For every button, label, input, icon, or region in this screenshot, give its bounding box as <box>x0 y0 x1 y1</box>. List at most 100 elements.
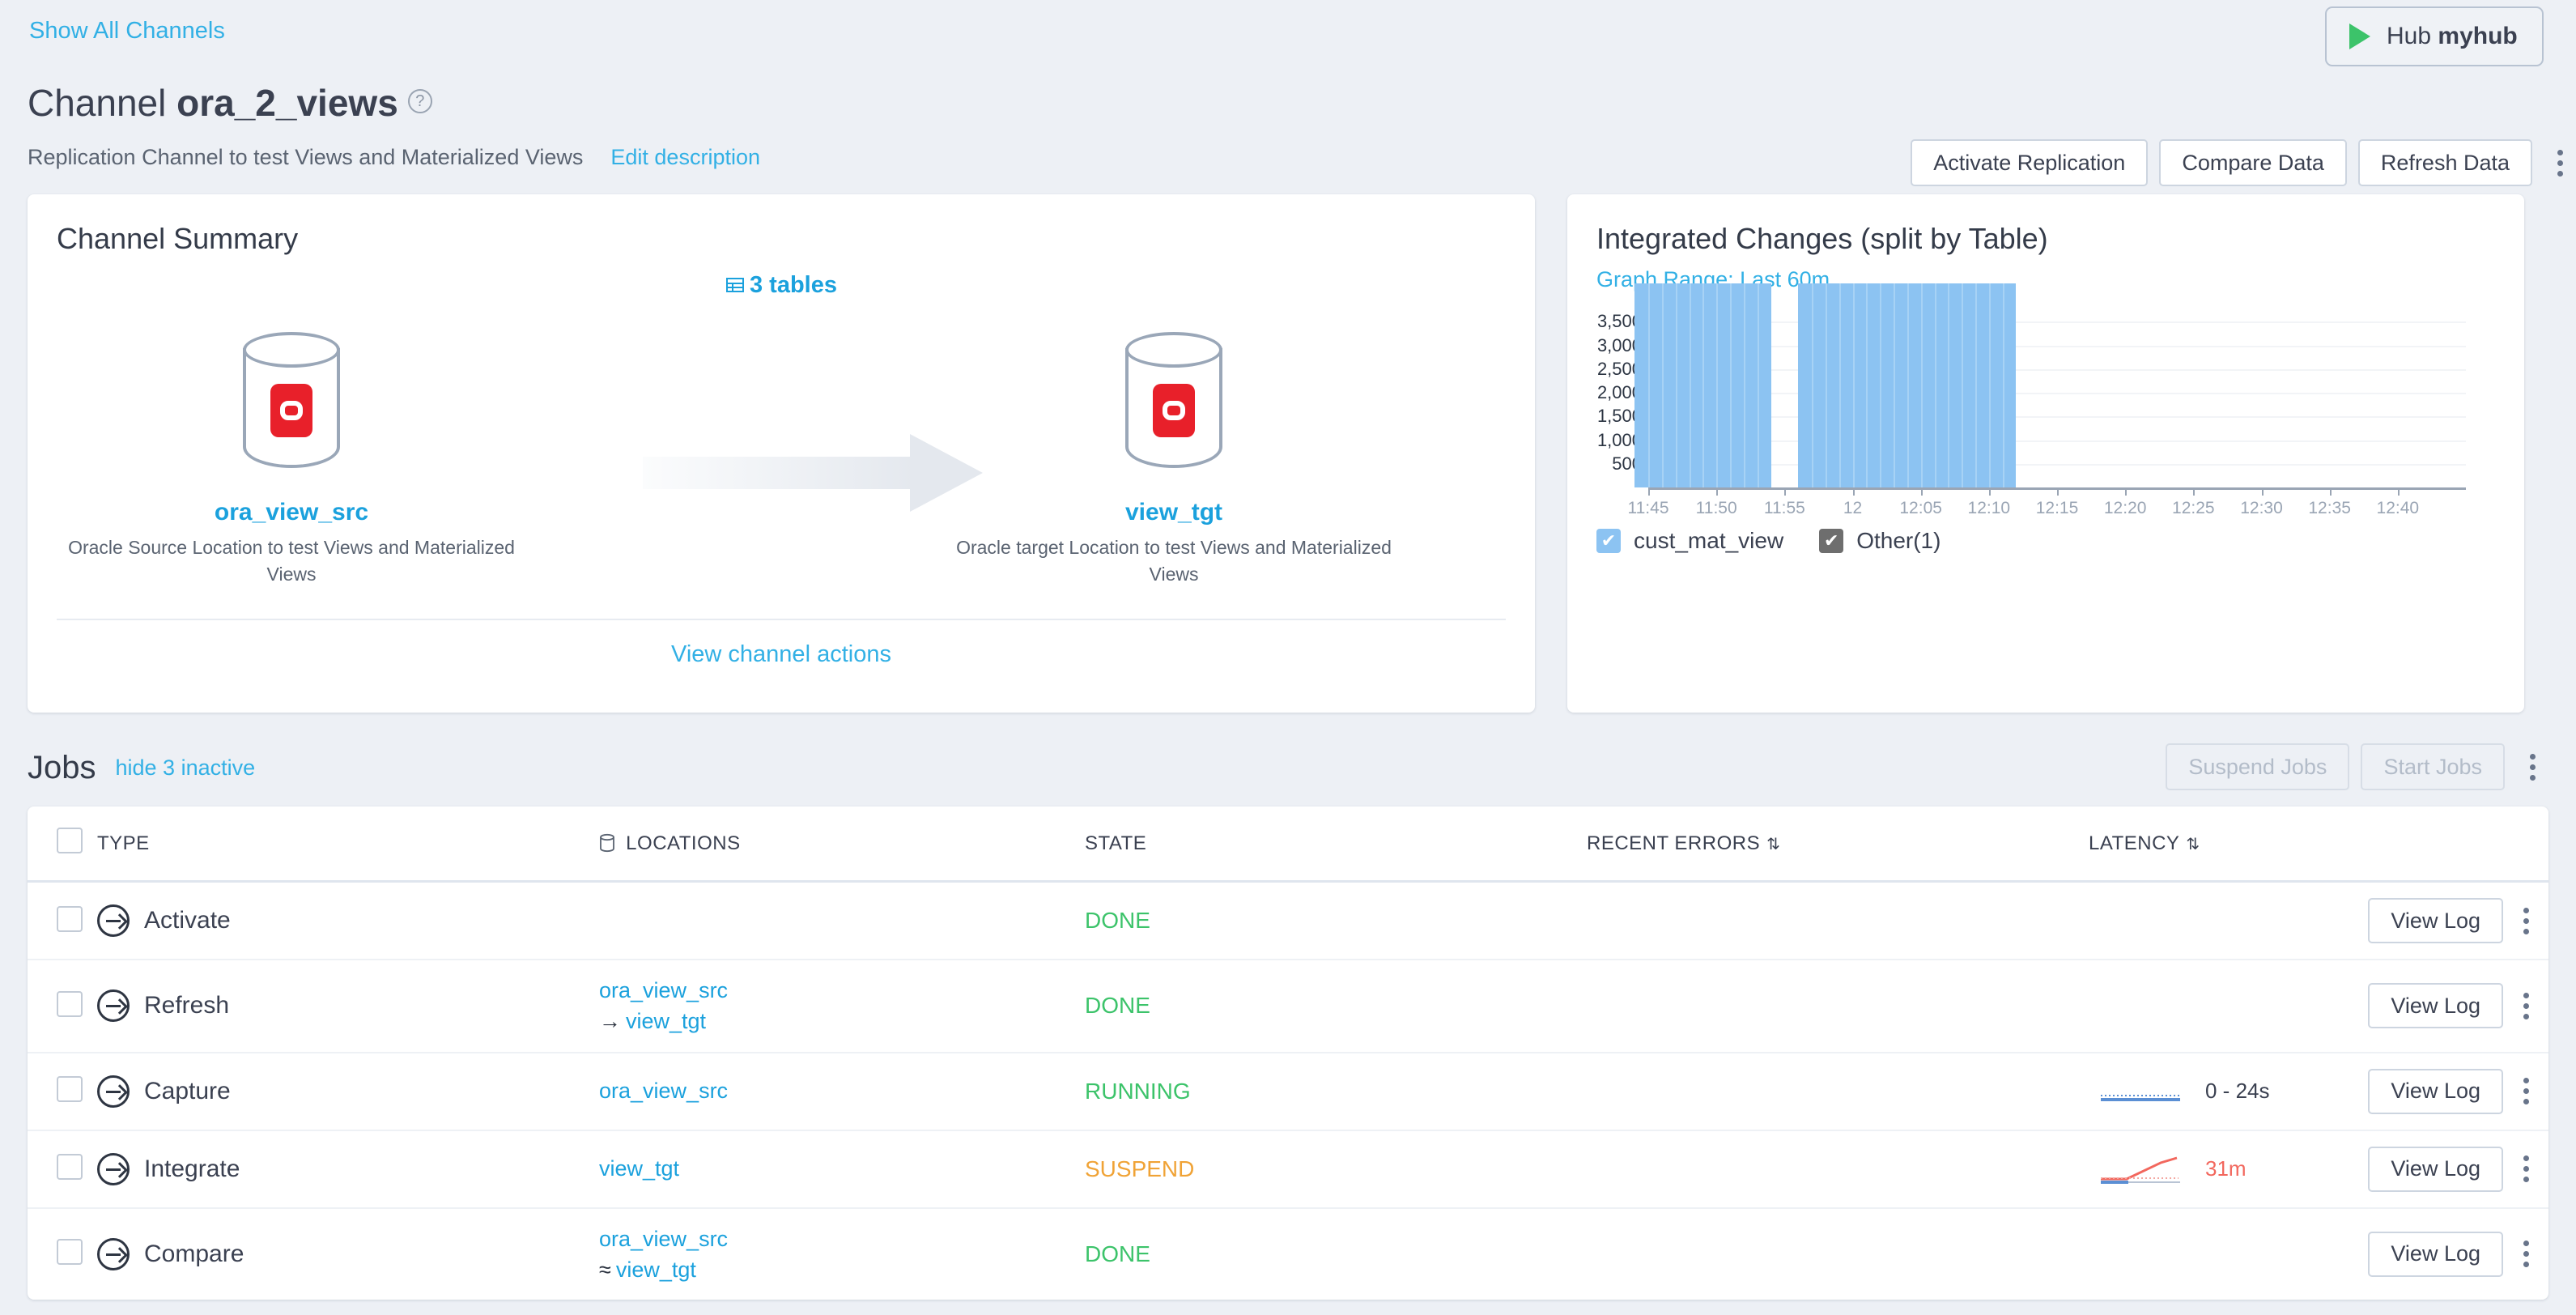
chart-x-tick-mark <box>2262 487 2264 496</box>
job-state-cell: SUSPEND <box>1085 1130 1587 1208</box>
jobs-header: Jobs hide 3 inactive Suspend Jobs Start … <box>28 729 2548 806</box>
chart-x-tick: 12:35 <box>2308 499 2351 518</box>
kebab-menu-icon[interactable] <box>2514 897 2537 944</box>
hub-button[interactable]: Hub myhub <box>2325 6 2544 66</box>
chart-legend-checkbox[interactable]: ✔ <box>1596 529 1621 553</box>
job-locations-cell: ora_view_src <box>599 1053 1085 1130</box>
column-state[interactable]: STATE <box>1085 806 1587 882</box>
table-row[interactable]: Integrateview_tgtSUSPEND31mView Log <box>28 1130 2548 1208</box>
chart-bar-separator <box>1948 283 1949 487</box>
chart-bar-separator <box>1662 283 1664 487</box>
kebab-menu-icon[interactable] <box>2521 743 2544 790</box>
row-checkbox[interactable] <box>57 906 83 932</box>
kebab-menu-icon[interactable] <box>2514 1146 2537 1193</box>
tables-count-link[interactable]: 3 tables <box>28 272 1535 301</box>
source-location-link[interactable]: ora_view_src <box>215 499 368 526</box>
chart-bar-separator <box>1758 283 1759 487</box>
kebab-menu-icon[interactable] <box>2548 139 2571 186</box>
chart-bar-separator <box>1975 283 1977 487</box>
view-log-button[interactable]: View Log <box>2368 898 2503 943</box>
location-name: view_tgt <box>599 1156 679 1181</box>
sort-updown-icon[interactable]: ⇅ <box>2186 834 2200 854</box>
select-all-checkbox[interactable] <box>57 828 83 853</box>
location-link[interactable]: view_tgt <box>599 1153 1085 1184</box>
view-log-button[interactable]: View Log <box>2368 1147 2503 1192</box>
compare-data-button[interactable]: Compare Data <box>2159 139 2347 186</box>
row-select-cell <box>28 1130 97 1208</box>
column-recent-errors[interactable]: RECENT ERRORS⇅ <box>1587 806 2089 882</box>
chart-plot-area: 5001,0001,5002,0002,5003,0003,500changes… <box>1648 298 2466 487</box>
chart-bar-separator <box>1744 283 1745 487</box>
chart-x-tick: 12:20 <box>2104 499 2147 518</box>
job-actions-cell: View Log <box>2306 1053 2548 1130</box>
integrated-changes-card: Integrated Changes (split by Table) Grap… <box>1567 194 2524 713</box>
location-link[interactable]: ≈view_tgt <box>599 1254 1085 1285</box>
relation-symbol: → <box>599 1009 621 1033</box>
job-locations-cell <box>599 882 1085 960</box>
target-location-description: Oracle target Location to test Views and… <box>947 534 1401 589</box>
location-link[interactable]: ora_view_src <box>599 1075 1085 1106</box>
chart-legend-item[interactable]: ✔Other(1) <box>1819 528 1941 554</box>
kebab-menu-icon[interactable] <box>2514 1068 2537 1115</box>
location-link[interactable]: →view_tgt <box>599 1006 1085 1036</box>
row-checkbox[interactable] <box>57 1239 83 1265</box>
chart-legend-checkbox[interactable]: ✔ <box>1819 529 1843 553</box>
row-checkbox[interactable] <box>57 1154 83 1180</box>
chart-gridline <box>1648 393 2466 394</box>
table-row[interactable]: Refreshora_view_src→view_tgtDONEView Log <box>28 960 2548 1053</box>
start-jobs-button[interactable]: Start Jobs <box>2361 743 2505 790</box>
job-state-cell: DONE <box>1085 1208 1587 1300</box>
job-latency-cell: 0 - 24s <box>2089 1053 2306 1130</box>
chart-bar-separator <box>1716 283 1718 487</box>
view-log-button[interactable]: View Log <box>2368 1069 2503 1114</box>
refresh-data-button[interactable]: Refresh Data <box>2358 139 2532 186</box>
show-all-channels-link[interactable]: Show All Channels <box>29 18 225 45</box>
chart-x-tick: 12:05 <box>1899 499 1942 518</box>
target-location-link[interactable]: view_tgt <box>1125 499 1222 526</box>
suspend-jobs-button[interactable]: Suspend Jobs <box>2166 743 2349 790</box>
job-state-cell: RUNNING <box>1085 1053 1587 1130</box>
help-circle-icon[interactable]: ? <box>408 89 432 113</box>
job-recent-errors-cell <box>1587 882 2089 960</box>
view-channel-actions-link[interactable]: View channel actions <box>28 641 1535 668</box>
chart-gridline <box>1648 416 2466 418</box>
column-type[interactable]: TYPE <box>97 806 599 882</box>
job-recent-errors-cell <box>1587 960 2089 1053</box>
kebab-menu-icon[interactable] <box>2514 982 2537 1029</box>
view-log-button[interactable]: View Log <box>2368 983 2503 1028</box>
chart-bar-separator <box>1894 283 1895 487</box>
table-row[interactable]: Compareora_view_src≈view_tgtDONE View Log <box>28 1208 2548 1300</box>
row-checkbox[interactable] <box>57 991 83 1017</box>
hide-inactive-link[interactable]: hide 3 inactive <box>116 755 256 781</box>
jobs-table-card: TYPE LOCATIONS STATE RECENT ERRORS⇅ LATE… <box>28 806 2548 1300</box>
table-row[interactable]: Captureora_view_srcRUNNING0 - 24sView Lo… <box>28 1053 2548 1130</box>
kebab-menu-icon[interactable] <box>2514 1231 2537 1278</box>
location-link[interactable]: ora_view_src <box>599 1224 1085 1254</box>
job-state-cell: DONE <box>1085 960 1587 1053</box>
activate-replication-button[interactable]: Activate Replication <box>1911 139 2148 186</box>
job-locations-cell: ora_view_src→view_tgt <box>599 960 1085 1053</box>
chart-x-tick-mark <box>1648 487 1650 496</box>
chart-bar-separator <box>1935 283 1936 487</box>
row-checkbox[interactable] <box>57 1076 83 1102</box>
chart-bar-separator <box>1730 283 1732 487</box>
cards-row: Channel Summary 3 tables ora_view_src Or… <box>28 194 2548 713</box>
column-latency[interactable]: LATENCY⇅ <box>2089 806 2306 882</box>
chart-gridline <box>1648 369 2466 371</box>
top-bar: Show All Channels Hub myhub <box>28 0 2548 81</box>
job-type-cell: Compare <box>97 1208 599 1300</box>
edit-description-link[interactable]: Edit description <box>610 145 760 170</box>
sort-updown-icon[interactable]: ⇅ <box>1766 834 1780 854</box>
database-icon <box>599 832 626 854</box>
row-select-cell <box>28 1208 97 1300</box>
chart-legend-item[interactable]: ✔cust_mat_view <box>1596 528 1783 554</box>
table-row[interactable]: ActivateDONEView Log <box>28 882 2548 960</box>
chart-bar-separator <box>1962 283 1963 487</box>
view-log-button[interactable]: View Log <box>2368 1232 2503 1277</box>
location-link[interactable]: ora_view_src <box>599 975 1085 1006</box>
row-select-cell <box>28 882 97 960</box>
column-locations[interactable]: LOCATIONS <box>599 806 1085 882</box>
jobs-actions: Suspend Jobs Start Jobs <box>2166 743 2544 790</box>
job-recent-errors-cell <box>1587 1053 2089 1130</box>
chart-bar-separator <box>1866 283 1868 487</box>
